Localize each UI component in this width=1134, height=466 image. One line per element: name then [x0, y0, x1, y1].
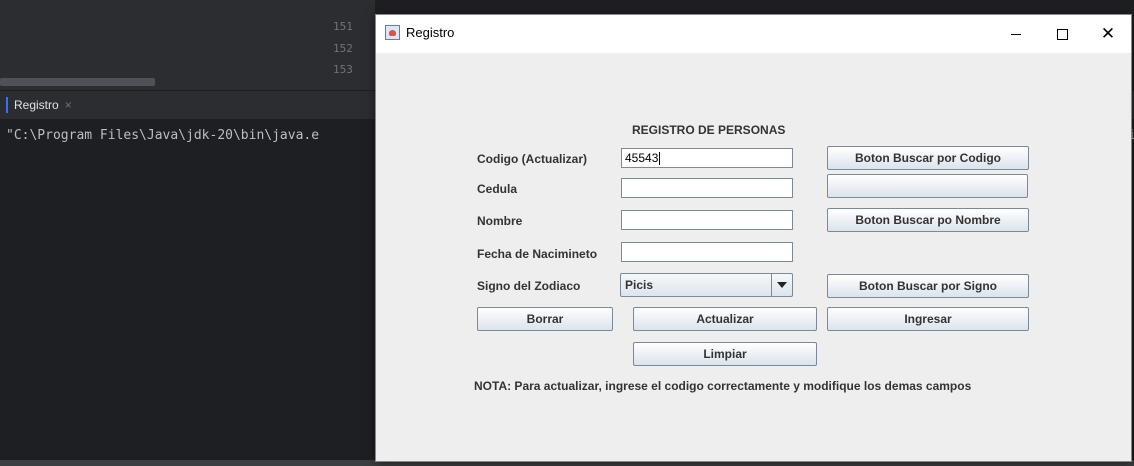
maximize-button[interactable]	[1039, 15, 1085, 53]
signo-zodiaco-select[interactable]: Picis	[620, 273, 793, 297]
buscar-codigo-button-placeholder	[827, 174, 1028, 198]
buscar-por-signo-button[interactable]: Boton Buscar por Signo	[827, 274, 1029, 298]
actualizar-button[interactable]: Actualizar	[633, 307, 817, 331]
close-button[interactable]: ✕	[1085, 15, 1131, 53]
form-heading: REGISTRO DE PERSONAS	[632, 123, 786, 137]
run-tab-label: Registro	[14, 98, 59, 112]
fecha-label: Fecha de Nacimineto	[477, 247, 598, 261]
close-icon: ✕	[1100, 24, 1116, 43]
registro-window: Registro ✕ REGISTRO DE PERSONAS Codigo (…	[375, 14, 1132, 462]
line-number: 153	[333, 63, 353, 76]
dropdown-arrow-button[interactable]	[771, 274, 792, 296]
nombre-label: Nombre	[477, 214, 523, 228]
window-titlebar[interactable]: Registro ✕	[376, 15, 1131, 53]
cedula-label: Cedula	[477, 182, 518, 196]
console-line: "C:\Program Files\Java\jdk-20\bin\java.e	[6, 128, 320, 143]
java-app-icon	[385, 25, 400, 40]
line-number: 151	[333, 20, 353, 33]
run-tab-registro[interactable]: Registro ×	[0, 94, 72, 116]
signo-selected-value: Picis	[625, 278, 654, 292]
minimize-button[interactable]	[993, 15, 1039, 53]
nota-text: NOTA: Para actualizar, ingrese el codigo…	[474, 379, 972, 393]
maximize-icon	[1056, 28, 1068, 40]
limpiar-button[interactable]: Limpiar	[633, 342, 817, 366]
signo-label: Signo del Zodiaco	[477, 279, 581, 293]
line-number: 152	[333, 42, 353, 55]
nombre-input[interactable]	[621, 210, 793, 230]
codigo-input[interactable]: 45543	[621, 148, 793, 168]
buscar-por-nombre-button[interactable]: Boton Buscar po Nombre	[827, 208, 1029, 232]
minimize-icon	[1011, 33, 1021, 35]
window-title: Registro	[406, 25, 455, 40]
horizontal-scrollbar[interactable]	[0, 78, 155, 86]
fecha-input[interactable]	[621, 242, 793, 262]
active-tab-marker	[6, 97, 8, 113]
cedula-input[interactable]	[621, 178, 793, 198]
buscar-por-codigo-button[interactable]: Boton Buscar por Codigo	[827, 146, 1029, 170]
codigo-label: Codigo (Actualizar)	[477, 152, 587, 166]
borrar-button[interactable]: Borrar	[477, 307, 613, 331]
codigo-value: 45543	[625, 151, 659, 165]
ingresar-button[interactable]: Ingresar	[827, 307, 1029, 331]
chevron-down-icon	[777, 282, 787, 288]
editor-left-panel	[0, 0, 323, 90]
run-tab-close-icon[interactable]: ×	[65, 98, 72, 112]
text-caret	[659, 152, 661, 166]
